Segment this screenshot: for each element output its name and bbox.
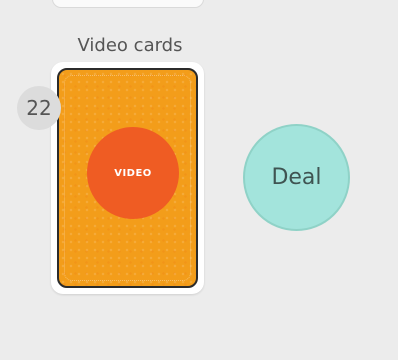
card-back: VIDEO [57,68,198,288]
pile-title: Video cards [77,35,183,56]
video-card-deck[interactable]: VIDEO [51,62,204,294]
card-count-badge: 22 [17,86,61,130]
previous-card-edge [52,0,204,8]
video-disc-icon: VIDEO [87,127,179,219]
deal-button[interactable]: Deal [243,124,350,231]
card-label: VIDEO [114,167,152,179]
